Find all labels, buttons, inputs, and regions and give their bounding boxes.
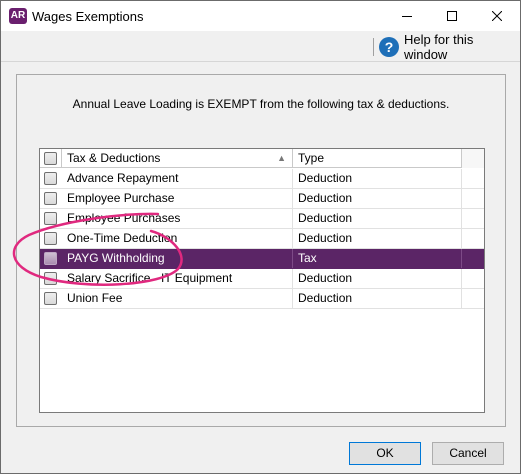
row-checkbox[interactable]	[44, 212, 57, 225]
question-mark-icon: ?	[379, 37, 399, 57]
column-header-tax-deductions[interactable]: Tax & Deductions ▲	[62, 149, 293, 168]
title-bar: AR Wages Exemptions	[1, 1, 520, 31]
grid-header: Tax & Deductions ▲ Type	[40, 149, 484, 168]
tax-deduction-type: Deduction	[293, 289, 462, 308]
row-checkbox[interactable]	[44, 232, 57, 245]
sort-ascending-icon: ▲	[277, 153, 286, 163]
tax-deduction-type: Deduction	[293, 209, 462, 228]
tax-deduction-name: Union Fee	[62, 289, 293, 308]
toolbar-divider	[373, 38, 374, 56]
row-checkbox[interactable]	[44, 172, 57, 185]
tax-deduction-name: PAYG Withholding	[62, 249, 293, 268]
ok-button[interactable]: OK	[349, 442, 421, 465]
tax-deduction-type: Deduction	[293, 269, 462, 288]
cancel-button[interactable]: Cancel	[432, 442, 504, 465]
table-row[interactable]: Union Fee Deduction	[40, 289, 484, 309]
maximize-icon	[447, 11, 457, 21]
table-row[interactable]: Salary Sacrifice - IT Equipment Deductio…	[40, 269, 484, 289]
exemptions-panel: Annual Leave Loading is EXEMPT from the …	[16, 74, 506, 427]
row-checkbox[interactable]	[44, 192, 57, 205]
app-logo-icon: AR	[9, 8, 27, 24]
table-row[interactable]: One-Time Deduction Deduction	[40, 229, 484, 249]
help-toolbar: ? Help for this window	[1, 31, 520, 62]
tax-deduction-name: Salary Sacrifice - IT Equipment	[62, 269, 293, 288]
exemption-message: Annual Leave Loading is EXEMPT from the …	[72, 97, 450, 111]
tax-deduction-type: Deduction	[293, 229, 462, 248]
tax-deduction-name: Advance Repayment	[62, 169, 293, 188]
tax-deduction-name: One-Time Deduction	[62, 229, 293, 248]
minimize-icon	[402, 16, 412, 17]
row-checkbox[interactable]	[44, 252, 57, 265]
tax-deduction-type: Deduction	[293, 189, 462, 208]
close-button[interactable]	[474, 1, 520, 31]
column-header-type[interactable]: Type	[293, 149, 462, 168]
maximize-button[interactable]	[429, 1, 475, 31]
window-title: Wages Exemptions	[32, 9, 144, 24]
exemptions-grid: Tax & Deductions ▲ Type Advance Repaymen…	[39, 148, 485, 413]
table-row-selected[interactable]: PAYG Withholding Tax	[40, 249, 484, 269]
tax-deduction-name: Employee Purchases	[62, 209, 293, 228]
tax-deduction-type: Tax	[293, 249, 462, 268]
wages-exemptions-window: AR Wages Exemptions ? Help for this wind…	[0, 0, 521, 474]
close-icon	[492, 11, 502, 21]
table-row[interactable]: Employee Purchases Deduction	[40, 209, 484, 229]
row-checkbox[interactable]	[44, 292, 57, 305]
header-filler	[462, 149, 484, 168]
help-button[interactable]: ? Help for this window	[379, 32, 520, 62]
help-label: Help for this window	[403, 32, 474, 62]
select-all-checkbox[interactable]	[44, 152, 57, 165]
select-all-header[interactable]	[40, 149, 62, 168]
table-row[interactable]: Employee Purchase Deduction	[40, 189, 484, 209]
tax-deduction-type: Deduction	[293, 169, 462, 188]
row-checkbox[interactable]	[44, 272, 57, 285]
minimize-button[interactable]	[384, 1, 430, 31]
table-row[interactable]: Advance Repayment Deduction	[40, 169, 484, 189]
tax-deduction-name: Employee Purchase	[62, 189, 293, 208]
